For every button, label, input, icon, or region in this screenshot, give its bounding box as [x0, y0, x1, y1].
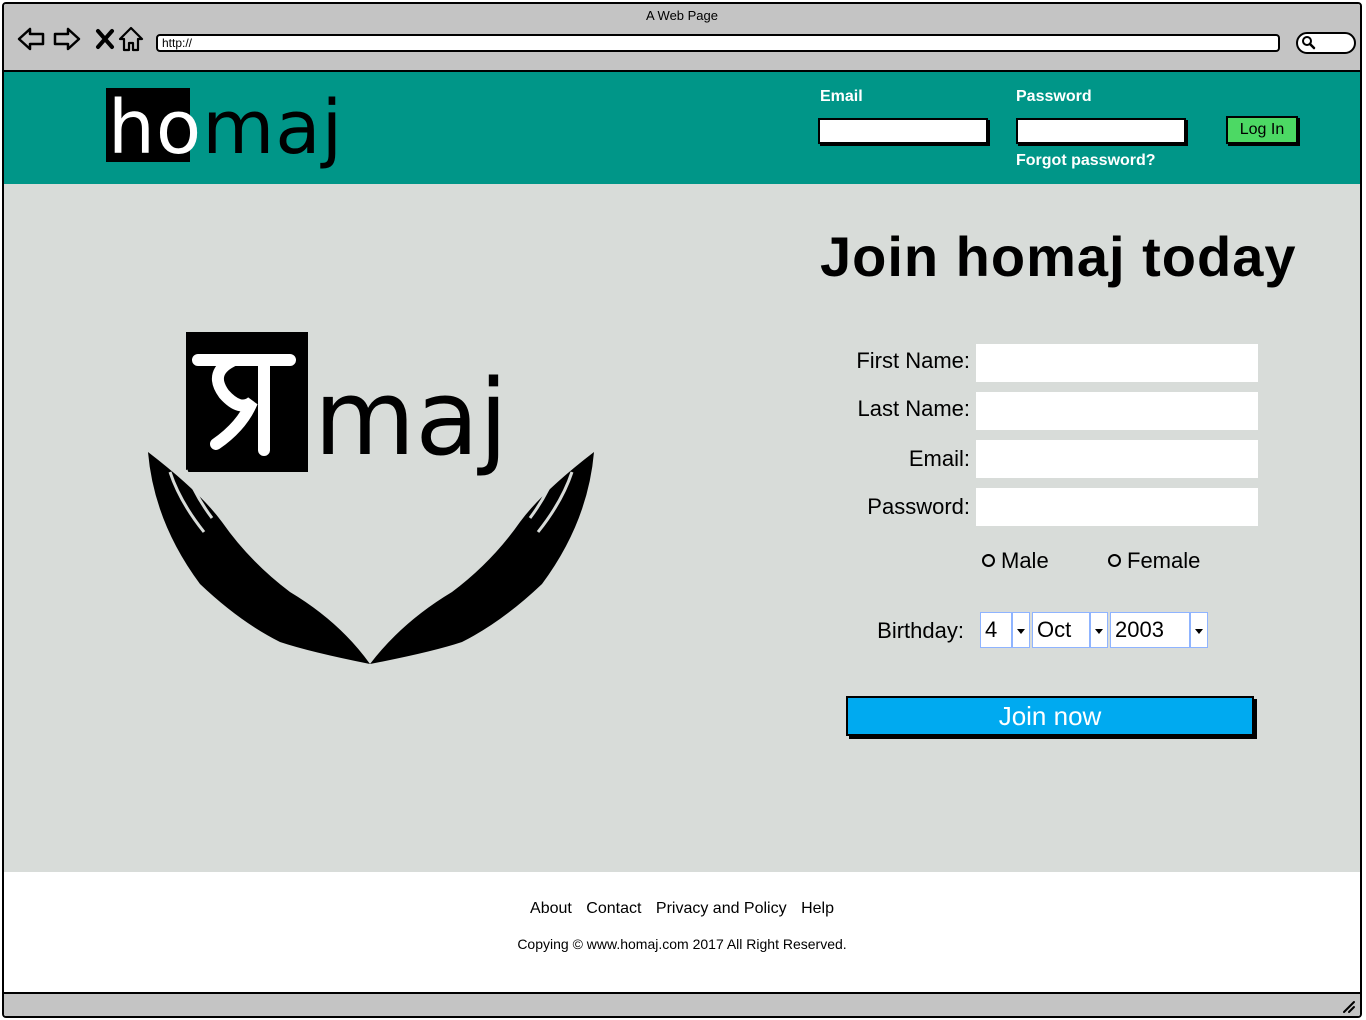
gender-female-radio[interactable]: Female — [1108, 548, 1200, 574]
footer-link-privacy[interactable]: Privacy and Policy — [656, 900, 787, 917]
chevron-down-icon[interactable] — [1012, 612, 1030, 648]
chevron-down-icon[interactable] — [1090, 612, 1108, 648]
hero-logo-image: maj — [148, 332, 594, 664]
browser-chrome: A Web Page http:// — [4, 4, 1360, 72]
resize-handle-icon[interactable] — [1340, 998, 1356, 1014]
radio-circle-icon — [1108, 553, 1121, 567]
forgot-password-link[interactable]: Forgot password? — [1016, 152, 1156, 170]
main-content: maj Join homaj today First Name: Last Na… — [4, 184, 1360, 872]
join-now-button[interactable]: Join now — [846, 696, 1254, 736]
gender-female-label: Female — [1127, 548, 1201, 573]
gender-male-radio[interactable]: Male — [982, 548, 1049, 574]
login-email-label: Email — [820, 88, 863, 105]
home-icon[interactable] — [116, 24, 146, 54]
login-password-input[interactable] — [1016, 118, 1186, 144]
signup-title: Join homaj today — [820, 225, 1297, 288]
chevron-down-icon[interactable] — [1190, 612, 1208, 648]
site-logo[interactable]: homaj — [108, 80, 343, 176]
last-name-input[interactable] — [976, 392, 1258, 430]
email-input[interactable] — [976, 440, 1258, 478]
login-button[interactable]: Log In — [1226, 116, 1298, 144]
last-name-label: Last Name: — [857, 396, 971, 421]
site-footer: About Contact Privacy and Policy Help Co… — [4, 872, 1360, 992]
email-label: Email: — [908, 446, 970, 471]
login-password-label: Password — [1016, 88, 1092, 105]
search-icon — [1302, 36, 1316, 50]
left-hand-icon — [148, 452, 370, 664]
logo-black-part: maj — [202, 85, 344, 171]
back-arrow-icon[interactable] — [16, 24, 46, 54]
footer-link-contact[interactable]: Contact — [586, 900, 641, 917]
password-input[interactable] — [976, 488, 1258, 526]
browser-window: A Web Page http:// homaj Email Password … — [2, 2, 1362, 1018]
browser-status-bar — [4, 992, 1360, 1016]
birthday-label: Birthday: — [877, 618, 964, 643]
birthday-month-select[interactable]: Oct — [1032, 612, 1090, 648]
logo-white-part: ho — [108, 85, 203, 171]
footer-link-about[interactable]: About — [530, 900, 572, 917]
right-hand-icon — [370, 452, 594, 664]
password-label: Password: — [867, 494, 970, 519]
footer-link-help[interactable]: Help — [801, 900, 834, 917]
footer-links: About Contact Privacy and Policy Help — [4, 900, 1360, 918]
birthday-year-select[interactable]: 2003 — [1110, 612, 1190, 648]
first-name-input[interactable] — [976, 344, 1258, 382]
forward-arrow-icon[interactable] — [52, 24, 82, 54]
birthday-day-select[interactable]: 4 — [980, 612, 1012, 648]
url-bar[interactable]: http:// — [156, 34, 1280, 52]
copyright-text: Copying © www.homaj.com 2017 All Right R… — [517, 936, 847, 952]
login-email-input[interactable] — [818, 118, 988, 144]
site-header: homaj Email Password Forgot password? Lo… — [4, 72, 1360, 184]
first-name-label: First Name: — [856, 348, 970, 373]
browser-search-box[interactable] — [1296, 32, 1356, 54]
hero-logo-text: maj — [314, 357, 508, 479]
gender-male-label: Male — [1001, 548, 1049, 573]
window-title: A Web Page — [645, 8, 719, 23]
radio-circle-icon — [982, 553, 995, 567]
